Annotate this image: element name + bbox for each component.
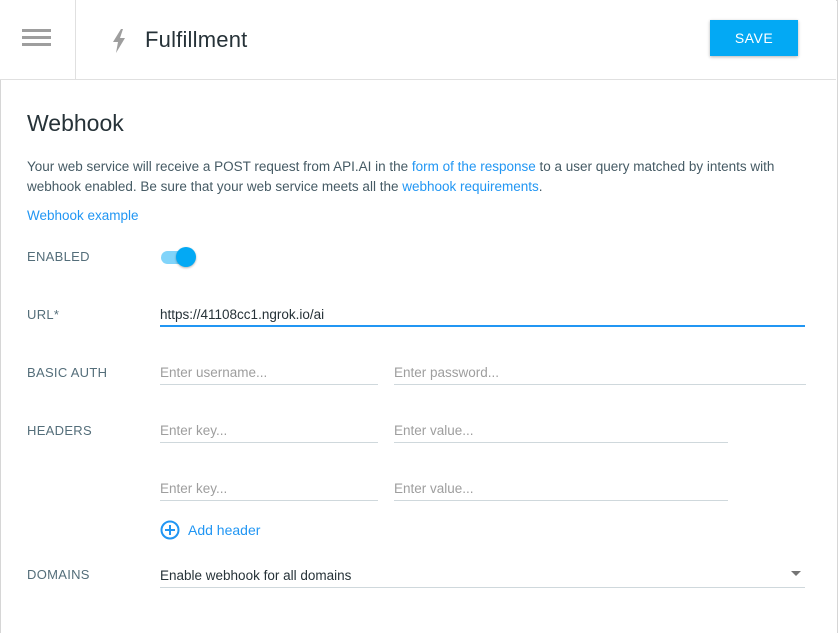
webhook-description: Your web service will receive a POST req… — [27, 157, 817, 197]
header-value-input[interactable] — [394, 477, 728, 501]
save-button[interactable]: SAVE — [710, 20, 798, 56]
menu-button[interactable] — [0, 0, 76, 79]
add-circle-icon — [160, 520, 180, 540]
username-input[interactable] — [160, 361, 378, 385]
url-input[interactable] — [160, 303, 805, 327]
section-title: Webhook — [27, 110, 124, 136]
headers-label: HEADERS — [27, 423, 92, 438]
page-title: Fulfillment — [145, 27, 248, 52]
header-value-input[interactable] — [394, 419, 728, 443]
header-key-input[interactable] — [160, 477, 378, 501]
dropdown-caret-icon — [791, 571, 801, 576]
webhook-requirements-link[interactable]: webhook requirements — [402, 179, 539, 194]
header-key-input[interactable] — [160, 419, 378, 443]
menu-icon — [22, 29, 51, 46]
form-of-response-link[interactable]: form of the response — [412, 159, 536, 174]
description-text: . — [538, 179, 543, 194]
enabled-label: ENABLED — [27, 249, 90, 264]
url-label: URL* — [27, 307, 60, 322]
toggle-thumb — [176, 247, 196, 267]
password-input[interactable] — [394, 361, 806, 385]
description-text: Your web service will receive a POST req… — [27, 159, 412, 174]
top-header: Fulfillment SAVE — [0, 0, 836, 80]
domains-selected-value: Enable webhook for all domains — [160, 568, 352, 583]
basic-auth-label: BASIC AUTH — [27, 365, 108, 380]
bolt-icon — [113, 29, 125, 53]
enabled-toggle[interactable] — [160, 246, 198, 268]
domains-label: DOMAINS — [27, 567, 90, 582]
domains-select[interactable]: Enable webhook for all domains — [160, 563, 805, 588]
webhook-example-link[interactable]: Webhook example — [27, 208, 139, 223]
add-header-label: Add header — [188, 522, 261, 538]
